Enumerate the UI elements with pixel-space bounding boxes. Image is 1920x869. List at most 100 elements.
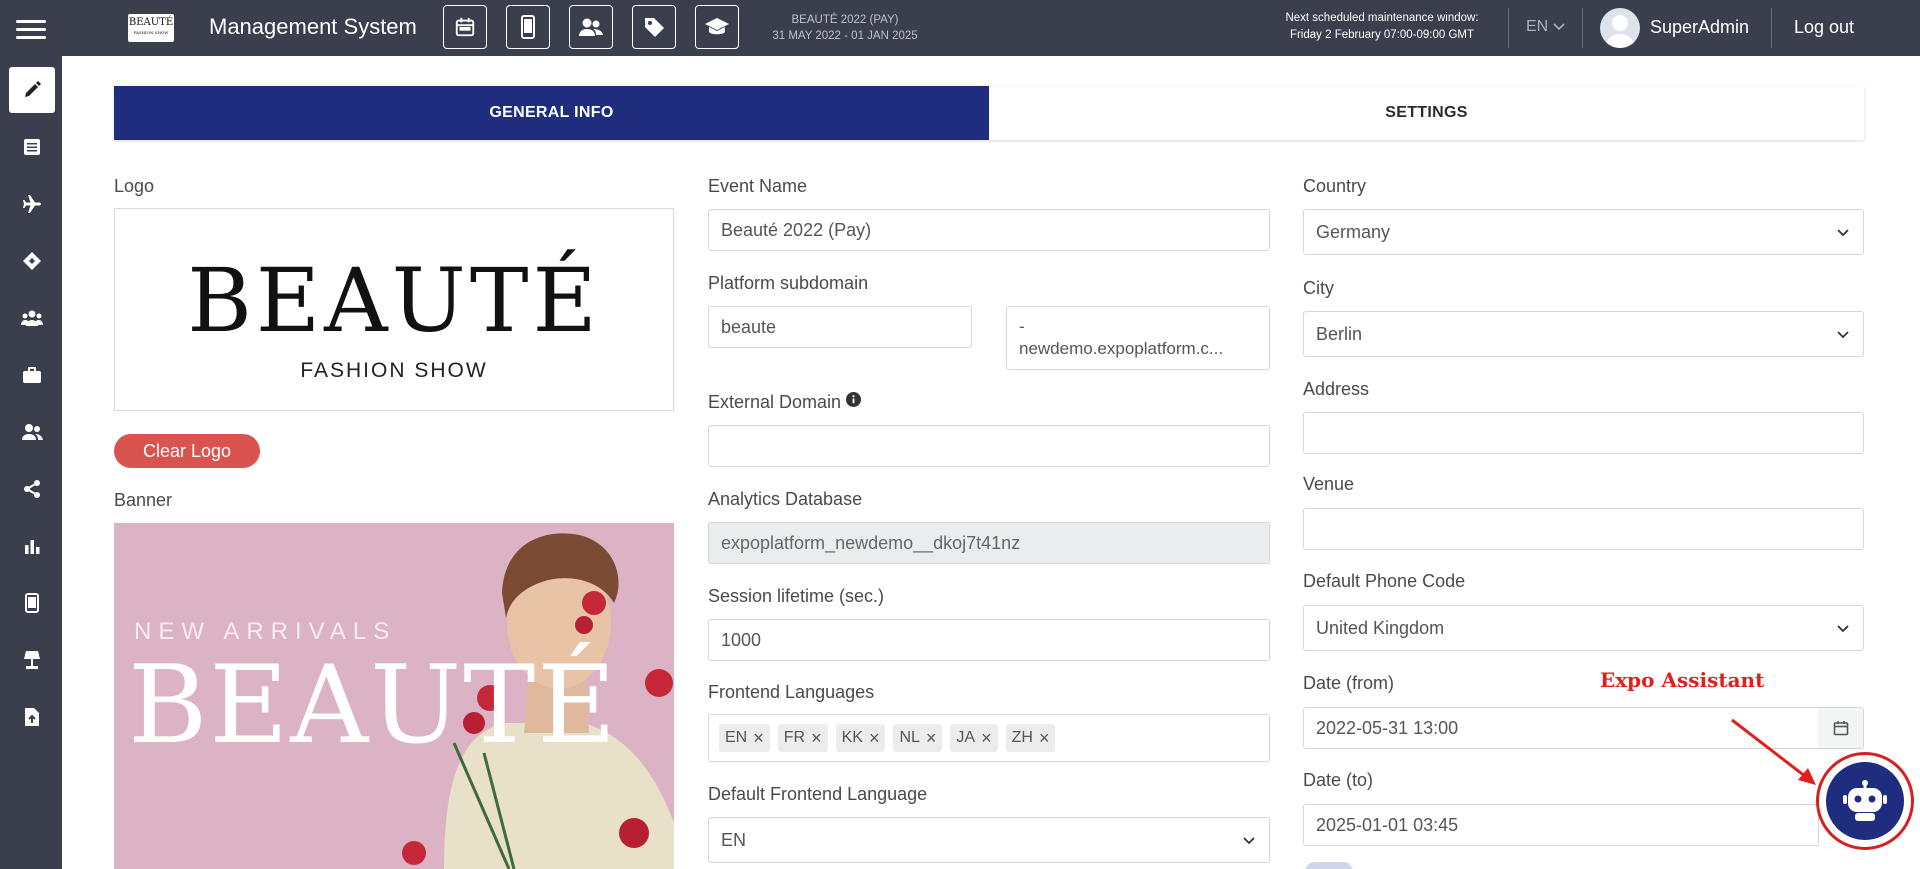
sidebar-item-edit[interactable] <box>9 67 55 113</box>
toggle-switch[interactable] <box>1305 862 1353 869</box>
language-tag-label: ZH <box>1011 729 1033 746</box>
maintenance-notice: Next scheduled maintenance window: Frida… <box>1272 10 1492 44</box>
phone-code-select[interactable]: United Kingdom <box>1303 605 1864 651</box>
language-value: EN <box>1526 18 1549 35</box>
banner-preview[interactable]: NEW ARRIVALS BEAUTÉ <box>114 523 674 869</box>
event-name: BEAUTÉ 2022 (PAY) <box>791 14 899 26</box>
ticket-icon <box>23 252 41 270</box>
event-dates: 31 MAY 2022 - 01 JAN 2025 <box>772 30 918 42</box>
main-content: GENERAL INFO SETTINGS Logo BEAUTÉ FASHIO… <box>62 56 1920 869</box>
language-tag-label: EN <box>725 729 748 746</box>
country-label: Country <box>1303 176 1367 196</box>
address-field[interactable] <box>1303 412 1864 454</box>
sidebar-item-exhibitors[interactable] <box>9 352 55 398</box>
sidebar-item-tickets[interactable] <box>9 238 55 284</box>
pencil-icon <box>25 81 41 97</box>
subdomain-suffix: - newdemo.expoplatform.c... <box>1006 306 1270 370</box>
clear-logo-button[interactable]: Clear Logo <box>114 434 260 468</box>
frontend-languages-input[interactable]: EN × FR × KK × NL × JA × ZH × <box>708 714 1270 762</box>
logo-subtitle: FASHION SHOW <box>300 359 488 382</box>
frontend-languages-label: Frontend Languages <box>708 682 875 702</box>
info-icon[interactable] <box>846 392 862 407</box>
logo-preview[interactable]: BEAUTÉ FASHION SHOW <box>114 208 674 411</box>
language-tag: ZH × <box>1005 724 1056 752</box>
top-bar: BEAUTÉ FASHION SHOW Management System BEA… <box>0 0 1920 56</box>
calendar-icon <box>455 17 475 37</box>
tab-settings[interactable]: SETTINGS <box>989 86 1864 140</box>
chevron-down-icon <box>1553 23 1565 31</box>
session-lifetime-field[interactable]: 1000 <box>708 619 1270 661</box>
language-tag: NL × <box>893 724 943 752</box>
city-select[interactable]: Berlin <box>1303 311 1864 357</box>
tab-general-info[interactable]: GENERAL INFO <box>114 86 989 140</box>
current-event-info[interactable]: BEAUTÉ 2022 (PAY) 31 MAY 2022 - 01 JAN 2… <box>760 12 930 44</box>
language-tag: EN × <box>719 724 770 752</box>
date-to-label: Date (to) <box>1303 770 1374 790</box>
language-tag: JA × <box>950 724 998 752</box>
banner-label: Banner <box>114 490 173 510</box>
mobile-icon <box>25 593 39 613</box>
tab-bar: GENERAL INFO SETTINGS <box>114 86 1864 140</box>
sidebar-item-users[interactable] <box>9 409 55 455</box>
annotation-arrow-icon <box>1731 718 1816 785</box>
sidebar-item-booths[interactable] <box>9 637 55 683</box>
sidebar-item-list[interactable] <box>9 124 55 170</box>
mobile-app-button[interactable] <box>506 5 550 49</box>
language-tag: KK × <box>835 724 886 752</box>
file-upload-icon <box>25 708 39 726</box>
external-domain-label-text: External Domain <box>708 392 842 412</box>
calendar-button[interactable] <box>443 5 487 49</box>
country-value: Germany <box>1316 221 1391 242</box>
hamburger-menu-icon[interactable] <box>16 20 46 39</box>
analytics-db-label: Analytics Database <box>708 489 863 509</box>
event-name-field[interactable]: Beauté 2022 (Pay) <box>708 209 1270 251</box>
expo-assistant-button[interactable] <box>1826 762 1904 840</box>
calendar-icon <box>1833 721 1848 736</box>
date-to-field[interactable]: 2025-01-01 03:45 <box>1303 804 1819 846</box>
list-icon <box>24 139 40 155</box>
username[interactable]: SuperAdmin <box>1650 17 1749 38</box>
date-from-label: Date (from) <box>1303 673 1395 693</box>
sidebar-item-analytics[interactable] <box>9 523 55 569</box>
logout-link[interactable]: Log out <box>1794 17 1854 38</box>
country-select[interactable]: Germany <box>1303 209 1864 255</box>
mobile-icon <box>521 15 535 39</box>
training-button[interactable] <box>695 5 739 49</box>
divider <box>1582 8 1583 48</box>
sidebar-item-mobile[interactable] <box>9 580 55 626</box>
chevron-down-icon <box>1837 229 1849 237</box>
date-from-picker-button[interactable] <box>1818 707 1864 749</box>
remove-tag-icon[interactable]: × <box>1039 728 1050 749</box>
default-language-value: EN <box>721 829 747 850</box>
subdomain-suffix-domain: newdemo.expoplatform.c... <box>1019 339 1224 358</box>
external-domain-label: External Domain <box>708 392 862 413</box>
avatar[interactable] <box>1600 8 1640 48</box>
sidebar-item-files[interactable] <box>9 694 55 740</box>
language-selector[interactable]: EN <box>1526 18 1565 36</box>
city-value: Berlin <box>1316 323 1363 344</box>
sidebar-item-travel[interactable] <box>9 181 55 227</box>
phone-code-label: Default Phone Code <box>1303 571 1466 591</box>
external-domain-field[interactable] <box>708 425 1270 467</box>
remove-tag-icon[interactable]: × <box>869 728 880 749</box>
users-icon <box>579 18 603 36</box>
subdomain-field[interactable]: beaute <box>708 306 972 348</box>
graduation-cap-icon <box>705 18 729 35</box>
users-button[interactable] <box>569 5 613 49</box>
sidebar-item-groups[interactable] <box>9 295 55 341</box>
logo-label: Logo <box>114 176 155 196</box>
remove-tag-icon[interactable]: × <box>981 728 992 749</box>
remove-tag-icon[interactable]: × <box>926 728 937 749</box>
language-tag-label: JA <box>956 729 976 746</box>
divider <box>1771 8 1772 48</box>
sidebar-item-share[interactable] <box>9 466 55 512</box>
lamp-icon <box>24 651 40 669</box>
maintenance-line-1: Next scheduled maintenance window: <box>1285 12 1479 24</box>
maintenance-line-2: Friday 2 February 07:00-09:00 GMT <box>1289 29 1475 41</box>
remove-tag-icon[interactable]: × <box>811 728 822 749</box>
remove-tag-icon[interactable]: × <box>753 728 764 749</box>
tags-button[interactable] <box>632 5 676 49</box>
robot-icon <box>1843 780 1887 821</box>
venue-field[interactable] <box>1303 508 1864 550</box>
default-language-select[interactable]: EN <box>708 817 1270 863</box>
